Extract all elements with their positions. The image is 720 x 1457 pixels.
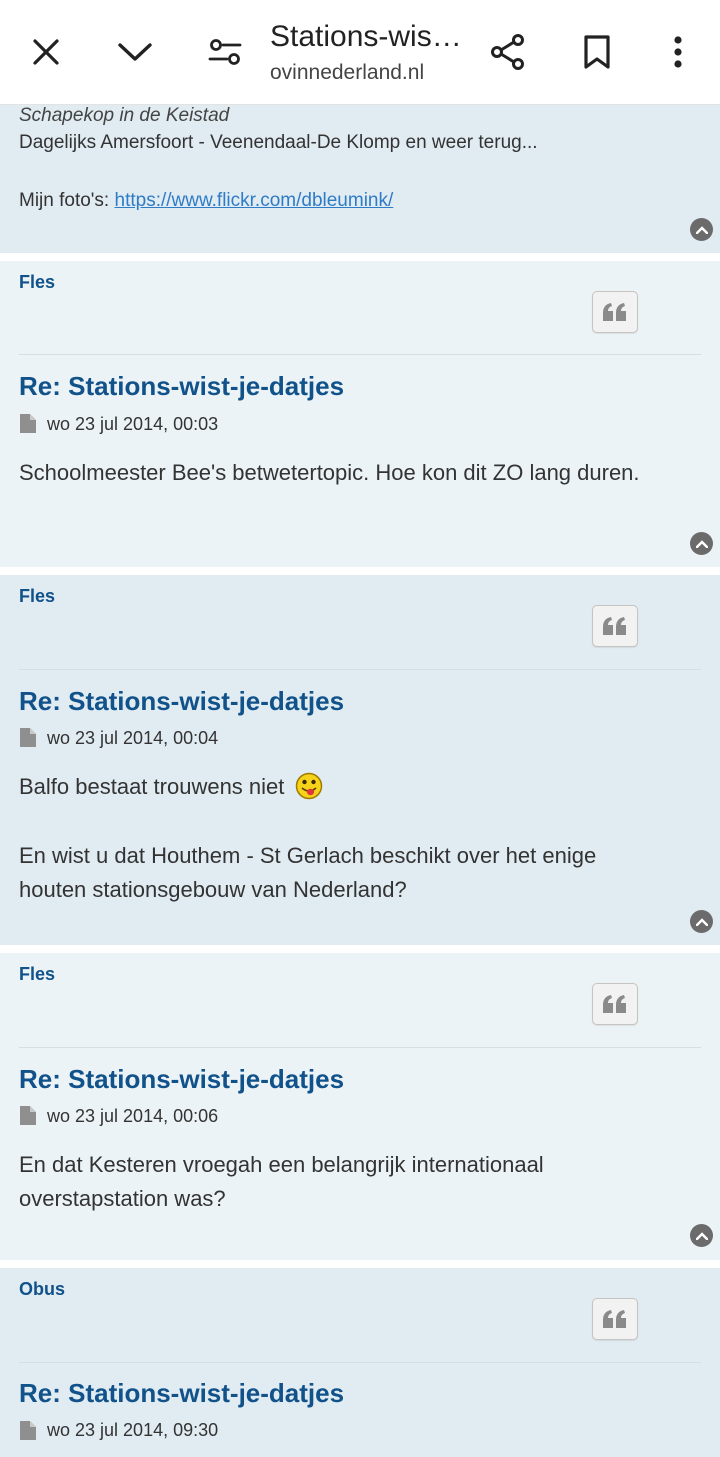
quote-icon <box>603 1310 626 1328</box>
divider <box>19 669 701 670</box>
post-content-line: En wist u dat Houthem - St Gerlach besch… <box>19 843 597 868</box>
divider <box>19 1362 701 1363</box>
flickr-link[interactable]: https://www.flickr.com/dbleumink/ <box>115 190 394 211</box>
quote-button[interactable] <box>592 983 638 1025</box>
post-title[interactable]: Re: Stations-wist-je-datjes <box>19 371 344 402</box>
post-title[interactable]: Re: Stations-wist-je-datjes <box>19 1378 344 1409</box>
quote-icon <box>603 617 626 635</box>
quote-button[interactable] <box>592 1298 638 1340</box>
chevron-up-icon <box>695 225 708 234</box>
post-content: En wist u dat Houthem - St Gerlach besch… <box>19 839 709 907</box>
quote-button[interactable] <box>592 605 638 647</box>
post-author[interactable]: Fles <box>19 272 55 293</box>
signature-photos-label: Mijn foto's: <box>19 190 115 211</box>
more-vert-icon[interactable] <box>656 30 700 74</box>
back-to-top-button[interactable] <box>690 532 713 555</box>
chevron-up-icon <box>695 917 708 926</box>
post-file-icon <box>20 1106 36 1125</box>
share-icon[interactable] <box>486 30 530 74</box>
post-author[interactable]: Fles <box>19 586 55 607</box>
post-content: Balfo bestaat trouwens niet <box>19 770 709 810</box>
post-content-line: En dat Kesteren vroegah een belangrijk i… <box>19 1152 544 1177</box>
post: Fles Re: Stations-wist-je-datjes wo 23 j… <box>0 261 720 567</box>
post: Obus Re: Stations-wist-je-datjes wo 23 j… <box>0 1268 720 1457</box>
quote-icon <box>603 303 626 321</box>
close-icon[interactable] <box>24 30 68 74</box>
post-title[interactable]: Re: Stations-wist-je-datjes <box>19 686 344 717</box>
post-file-icon <box>20 1421 36 1440</box>
divider <box>19 354 701 355</box>
chevron-up-icon <box>695 539 708 548</box>
post: Fles Re: Stations-wist-je-datjes wo 23 j… <box>0 953 720 1260</box>
post-date: wo 23 jul 2014, 00:06 <box>47 1106 219 1126</box>
post: Fles Re: Stations-wist-je-datjes wo 23 j… <box>0 575 720 945</box>
divider <box>19 1047 701 1048</box>
bookmark-icon[interactable] <box>575 30 619 74</box>
post-content-line: houten stationsgebouw van Nederland? <box>19 877 407 902</box>
chevron-down-icon[interactable] <box>113 30 157 74</box>
post-title[interactable]: Re: Stations-wist-je-datjes <box>19 1064 344 1095</box>
post-date: wo 23 jul 2014, 00:03 <box>47 414 219 434</box>
quote-icon <box>603 995 626 1013</box>
post-file-icon <box>20 728 36 747</box>
back-to-top-button[interactable] <box>690 910 713 933</box>
browser-toolbar: Stations-wist-je-datjes ovinnederland.nl <box>0 0 720 105</box>
back-to-top-button[interactable] <box>690 218 713 241</box>
post-content-line: overstapstation was? <box>19 1186 226 1211</box>
post-content: En dat Kesteren vroegah een belangrijk i… <box>19 1148 709 1216</box>
post-content: Schoolmeester Bee's betwetertopic. Hoe k… <box>19 460 640 485</box>
page-url[interactable]: ovinnederland.nl <box>270 61 424 85</box>
post-file-icon <box>20 414 36 433</box>
back-to-top-button[interactable] <box>690 1224 713 1247</box>
post-date: wo 23 jul 2014, 00:04 <box>47 728 219 748</box>
quote-button[interactable] <box>592 291 638 333</box>
post-date: wo 23 jul 2014, 09:30 <box>47 1420 219 1440</box>
signature-line: Schapekop in de Keistad <box>19 105 230 126</box>
post-author[interactable]: Fles <box>19 964 55 985</box>
chevron-up-icon <box>695 1231 708 1240</box>
signature-photos: Mijn foto's: https://www.flickr.com/dble… <box>19 190 393 212</box>
tongue-smiley-icon <box>295 772 323 810</box>
post-author[interactable]: Obus <box>19 1279 65 1300</box>
post-signature-block: Schapekop in de Keistad Dagelijks Amersf… <box>0 105 720 253</box>
page-title[interactable]: Stations-wist-je-datjes <box>270 20 470 54</box>
post-content-line: Balfo bestaat trouwens niet <box>19 774 285 799</box>
signature-line: Dagelijks Amersfoort - Veenendaal-De Klo… <box>19 132 538 153</box>
site-settings-icon[interactable] <box>203 30 247 74</box>
